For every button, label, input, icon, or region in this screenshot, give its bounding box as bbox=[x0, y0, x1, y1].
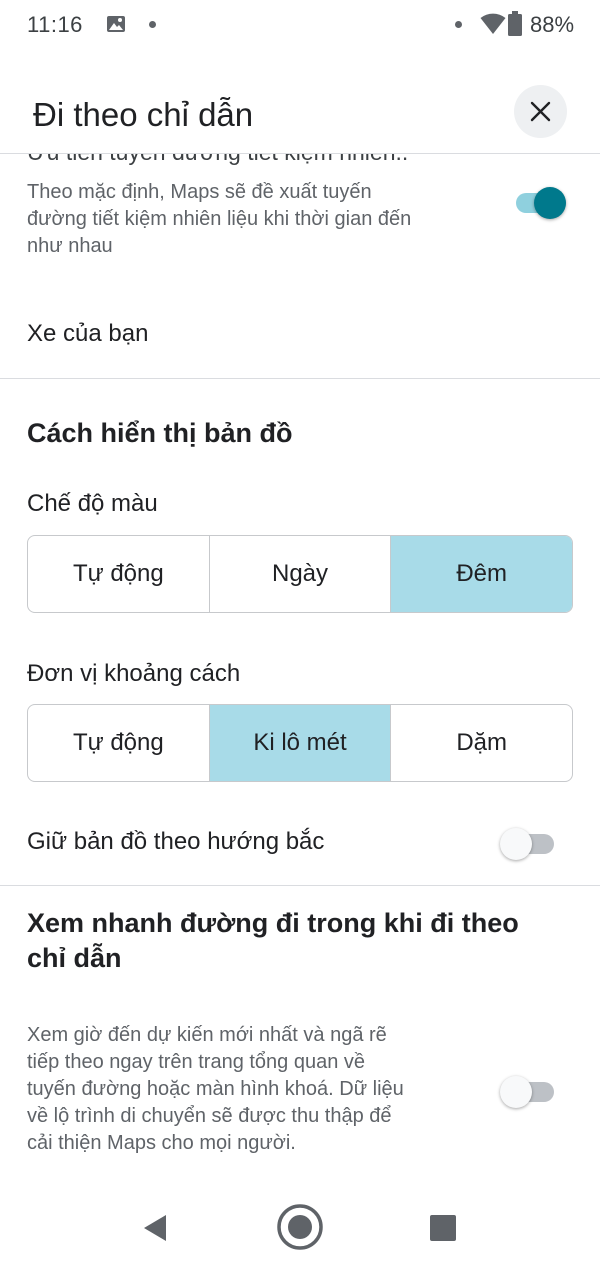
fuel-saving-title: Ưu tiên tuyến đường tiết kiệm nhiên.. bbox=[27, 153, 408, 166]
system-nav-bar bbox=[0, 1180, 600, 1267]
keep-north-up-label: Giữ bản đồ theo hướng bắc bbox=[27, 828, 325, 855]
distance-units-miles-option[interactable]: Dặm bbox=[391, 705, 572, 781]
recents-icon[interactable] bbox=[430, 1215, 456, 1241]
distance-units-label: Đơn vị khoảng cách bbox=[27, 660, 241, 687]
glanceable-description: Xem giờ đến dự kiến mới nhất và ngã rẽ t… bbox=[27, 1024, 404, 1154]
home-icon[interactable] bbox=[276, 1203, 324, 1251]
divider bbox=[0, 378, 600, 379]
fuel-saving-description: Theo mặc định, Maps sẽ đề xuất tuyến đườ… bbox=[27, 181, 412, 257]
battery-percent: 88% bbox=[530, 12, 575, 37]
distance-units-auto-option[interactable]: Tự động bbox=[28, 705, 210, 781]
your-vehicle-item[interactable]: Xe của bạn bbox=[0, 293, 600, 373]
color-mode-auto-option[interactable]: Tự động bbox=[28, 536, 210, 612]
your-vehicle-label: Xe của bạn bbox=[27, 320, 149, 347]
glanceable-setting[interactable]: Xem giờ đến dự kiến mới nhất và ngã rẽ t… bbox=[0, 1018, 600, 1168]
close-button[interactable] bbox=[514, 85, 567, 138]
keep-north-up-toggle[interactable] bbox=[500, 823, 556, 861]
fuel-saving-toggle[interactable] bbox=[512, 182, 568, 220]
glanceable-heading: Xem nhanh đường đi trong khi đi theo chỉ… bbox=[27, 908, 519, 973]
distance-units-km-option[interactable]: Ki lô mét bbox=[209, 705, 392, 781]
settings-list[interactable]: Ưu tiên tuyến đường tiết kiệm nhiên.. Th… bbox=[0, 153, 600, 1180]
glanceable-toggle[interactable] bbox=[500, 1071, 556, 1109]
divider bbox=[0, 885, 600, 886]
wifi-icon bbox=[480, 13, 506, 34]
fuel-saving-setting[interactable]: Ưu tiên tuyến đường tiết kiệm nhiên.. Th… bbox=[0, 153, 600, 273]
back-icon[interactable] bbox=[142, 1214, 168, 1242]
notification-dot-icon bbox=[149, 21, 156, 28]
image-notification-icon bbox=[107, 16, 125, 32]
distance-units-selector: Tự động Ki lô mét Dặm bbox=[27, 704, 573, 782]
color-mode-label: Chế độ màu bbox=[27, 490, 158, 517]
status-time: 11:16 bbox=[27, 12, 83, 37]
map-display-heading: Cách hiển thị bản đồ bbox=[27, 418, 293, 448]
battery-icon bbox=[508, 11, 522, 36]
color-mode-selector: Tự động Ngày Đêm bbox=[27, 535, 573, 613]
color-mode-day-option[interactable]: Ngày bbox=[210, 536, 392, 612]
status-bar: 11:16 88% bbox=[0, 0, 600, 50]
close-icon bbox=[530, 101, 551, 122]
page-title: Đi theo chỉ dẫn bbox=[33, 96, 254, 133]
notification-dot-icon bbox=[455, 21, 462, 28]
dialog-header: Đi theo chỉ dẫn bbox=[0, 50, 600, 154]
keep-north-up-setting[interactable]: Giữ bản đồ theo hướng bắc bbox=[0, 808, 600, 878]
color-mode-night-option[interactable]: Đêm bbox=[391, 536, 572, 612]
